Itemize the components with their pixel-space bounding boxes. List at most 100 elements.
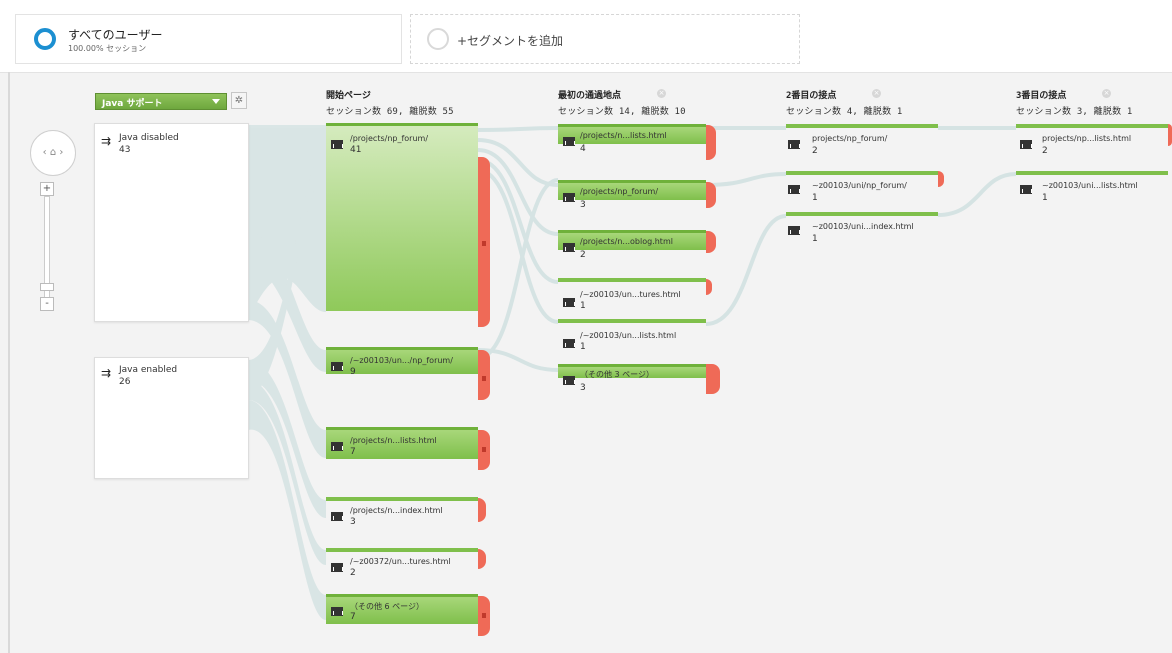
start-page-node[interactable]: /projects/n...lists.html 7 — [326, 427, 478, 459]
node-label: /~z00103/un.../np_forum/ — [350, 356, 453, 365]
node-count: 2 — [1042, 146, 1048, 156]
page-icon — [563, 376, 575, 385]
start-page-node[interactable]: /~z00372/un...tures.html 2 — [326, 548, 478, 578]
dropoff-bar[interactable] — [706, 125, 716, 160]
merge-arrows-icon: ⇉ — [101, 366, 112, 380]
segment-title: すべてのユーザー — [68, 28, 163, 42]
dropoff-bar[interactable] — [1168, 124, 1172, 146]
node-label: /projects/n...lists.html — [580, 131, 667, 140]
dropoff-bar[interactable] — [478, 350, 490, 400]
pan-control[interactable]: ‹ ⌂ › — [30, 130, 76, 176]
node-count: 7 — [350, 447, 356, 457]
node-label: ~z00103/uni...lists.html — [1042, 181, 1138, 190]
zoom-in-button[interactable]: + — [40, 182, 54, 196]
column-title-second: 2番目の接点 — [786, 91, 837, 101]
column-title-third: 3番目の接点 — [1016, 91, 1067, 101]
first-interaction-node[interactable]: /projects/n...oblog.html 2 — [558, 230, 706, 260]
page-icon — [788, 226, 800, 235]
zoom-out-button[interactable]: - — [40, 297, 54, 311]
dropoff-bar[interactable] — [478, 157, 490, 327]
node-label: projects/np...lists.html — [1042, 134, 1132, 143]
segment-all-users[interactable]: すべてのユーザー 100.00% セッション — [15, 14, 402, 64]
first-interaction-node[interactable]: /~z00103/un...tures.html 1 — [558, 278, 706, 311]
close-icon[interactable]: × — [1102, 89, 1111, 98]
dropoff-arrow-icon — [482, 613, 486, 618]
node-count: 3 — [350, 517, 356, 527]
first-interaction-node[interactable]: /~z00103/un...lists.html 1 — [558, 319, 706, 352]
node-label: /projects/n...oblog.html — [580, 237, 673, 246]
node-label: projects/np_forum/ — [812, 134, 888, 143]
page-icon — [1020, 185, 1032, 194]
column-sub-first: セッション数 14, 離脱数 10 — [558, 107, 686, 117]
source-java-disabled[interactable]: ⇉ Java disabled 43 — [94, 123, 249, 322]
dropoff-arrow-icon — [482, 376, 486, 381]
node-count: 3 — [580, 200, 586, 210]
dropoff-bar[interactable] — [478, 430, 490, 470]
second-interaction-node[interactable]: projects/np_forum/ 2 — [786, 124, 938, 156]
column-sub-third: セッション数 3, 離脱数 1 — [1016, 107, 1133, 117]
node-count: 4 — [580, 144, 586, 154]
gear-icon[interactable]: ✲ — [231, 92, 247, 109]
dropoff-arrow-icon — [482, 447, 486, 452]
empty-segment-ring-icon — [427, 28, 449, 50]
segment-ring-icon — [34, 28, 56, 50]
left-border — [8, 72, 10, 653]
chevron-down-icon — [212, 99, 220, 104]
third-interaction-node[interactable]: projects/np...lists.html 2 — [1016, 124, 1168, 156]
source-java-enabled[interactable]: ⇉ Java enabled 26 — [94, 357, 249, 479]
node-label: /projects/n...lists.html — [350, 436, 437, 445]
close-icon[interactable]: × — [872, 89, 881, 98]
start-page-node[interactable]: （その他 6 ページ） 7 — [326, 594, 478, 624]
node-label: （その他 3 ページ） — [580, 370, 655, 379]
node-label: ~z00103/uni...index.html — [812, 222, 914, 231]
second-interaction-node[interactable]: ~z00103/uni...index.html 1 — [786, 212, 938, 244]
node-count: 2 — [580, 250, 586, 260]
column-sub-second: セッション数 4, 離脱数 1 — [786, 107, 903, 117]
node-label: /projects/np_forum/ — [350, 134, 429, 143]
first-interaction-node[interactable]: （その他 3 ページ） 3 — [558, 364, 706, 393]
dropoff-bar[interactable] — [478, 596, 490, 636]
node-count: 1 — [812, 234, 818, 244]
segment-subtitle: 100.00% セッション — [68, 44, 147, 53]
first-interaction-node[interactable]: /projects/np_forum/ 3 — [558, 180, 706, 210]
add-segment-button[interactable]: +セグメントを追加 — [410, 14, 800, 64]
column-sub-start: セッション数 69, 離脱数 55 — [326, 107, 454, 117]
column-title-start: 開始ページ — [326, 91, 371, 101]
page-icon — [563, 137, 575, 146]
page-icon — [563, 193, 575, 202]
page-icon — [788, 185, 800, 194]
node-count: 1 — [812, 193, 818, 203]
source-label: Java disabled — [119, 133, 179, 143]
node-count: 2 — [812, 146, 818, 156]
page-icon — [1020, 140, 1032, 149]
dropoff-bar[interactable] — [706, 182, 716, 208]
start-page-node[interactable]: /projects/np_forum/ 41 — [326, 123, 478, 311]
segment-bar: すべてのユーザー 100.00% セッション +セグメントを追加 — [0, 0, 1172, 73]
node-count: 2 — [350, 568, 356, 578]
merge-arrows-icon: ⇉ — [101, 134, 112, 148]
node-count: 9 — [350, 367, 356, 377]
page-icon — [331, 563, 343, 572]
dimension-dropdown-label: Java サポート — [102, 99, 163, 109]
first-interaction-node[interactable]: /projects/n...lists.html 4 — [558, 124, 706, 154]
dropoff-arrow-icon — [482, 241, 486, 246]
node-label: ~z00103/uni/np_forum/ — [812, 181, 907, 190]
source-count: 43 — [119, 145, 131, 155]
node-label: /~z00372/un...tures.html — [350, 557, 451, 566]
start-page-node[interactable]: /~z00103/un.../np_forum/ 9 — [326, 347, 478, 377]
dimension-dropdown[interactable]: Java サポート — [95, 93, 227, 110]
start-page-node[interactable]: /projects/n...index.html 3 — [326, 497, 478, 527]
node-count: 1 — [1042, 193, 1048, 203]
node-label: /~z00103/un...lists.html — [580, 331, 677, 340]
second-interaction-node[interactable]: ~z00103/uni/np_forum/ 1 — [786, 171, 938, 203]
page-icon — [563, 298, 575, 307]
third-interaction-node[interactable]: ~z00103/uni...lists.html 1 — [1016, 171, 1168, 203]
node-count: 3 — [580, 383, 586, 393]
node-label: /~z00103/un...tures.html — [580, 290, 681, 299]
page-icon — [331, 607, 343, 616]
close-icon[interactable]: × — [657, 89, 666, 98]
page-icon — [331, 442, 343, 451]
dropoff-bar[interactable] — [706, 364, 720, 394]
add-segment-label: +セグメントを追加 — [457, 34, 564, 48]
zoom-handle[interactable] — [40, 283, 54, 291]
